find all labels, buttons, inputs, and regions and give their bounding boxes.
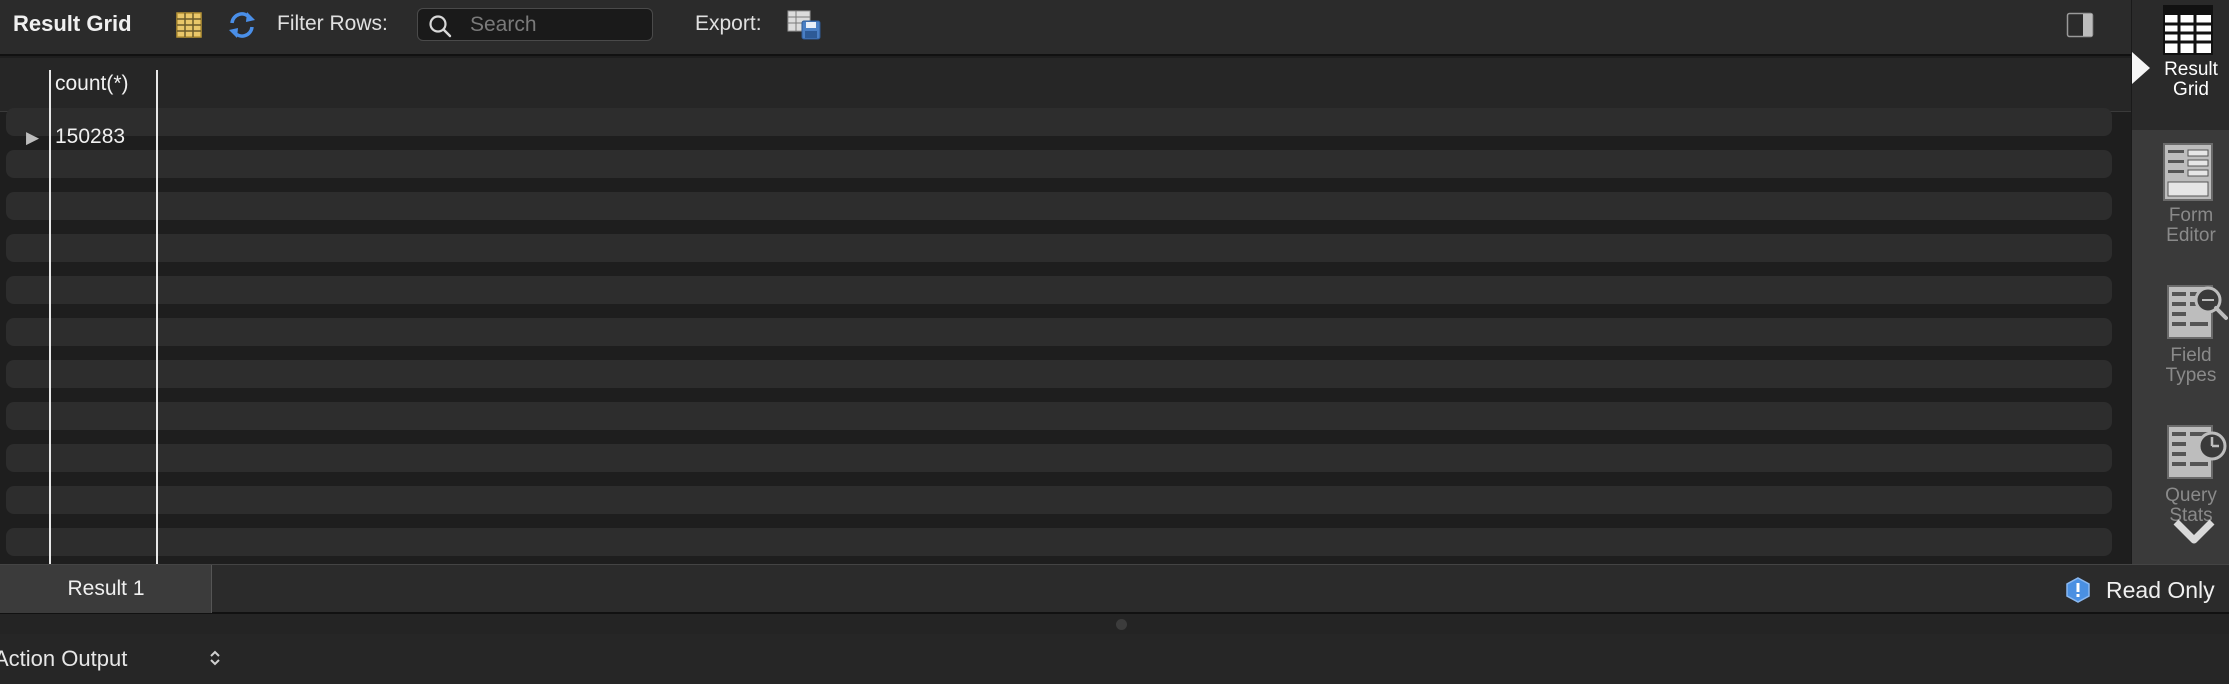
search-input[interactable] [468,12,643,38]
chevron-down-icon[interactable] [2172,510,2216,555]
view-result-grid[interactable]: Result Grid [2132,4,2229,100]
table-row-stripe [6,486,2112,514]
tab-label: Result 1 [67,577,145,600]
view-label: Result Grid [2164,59,2218,100]
column-header-count[interactable]: count(*) [55,72,129,96]
toolbar-title: Result Grid [13,11,132,36]
table-row-stripe [6,192,2112,220]
table-row-stripe [6,528,2112,556]
field-types-icon [2167,285,2228,339]
pane-splitter[interactable] [0,614,2229,634]
view-label: Form Editor [2166,205,2216,246]
table-row-stripe [6,108,2112,136]
output-type-select[interactable]: Action Output [0,646,127,672]
view-label: Field Types [2165,345,2217,386]
read-only-status: Read Only [2106,577,2215,603]
info-badge-icon[interactable] [2065,577,2091,608]
result-toolbar: Result Grid Filter Rows: Search Export: [0,0,2131,56]
table-row-stripe [6,360,2112,388]
table-row-stripe [6,402,2112,430]
export-icon[interactable] [786,8,824,42]
export-label: Export: [695,12,762,35]
current-row-indicator: ▶ [26,128,40,147]
table-row-stripe [6,234,2112,262]
result-grid-icon[interactable] [174,10,204,40]
query-stats-icon [2167,425,2227,479]
result-tab-bar: Result 1 Read Only [0,564,2229,614]
view-switcher-panel: Result Grid Form Editor Field Types Quer… [2131,0,2229,564]
grid-header: count(*) [0,58,2131,112]
tab-result-1[interactable]: Result 1 [0,565,212,613]
result-grid-icon [2163,5,2213,55]
up-down-stepper-icon[interactable] [208,648,222,673]
output-selector-bar: Action Output [0,634,2229,684]
sql-result-panel: Result Grid Filter Rows: Search Export: … [0,0,2229,684]
table-row-stripe [6,276,2112,304]
column-boundary-right [156,70,158,564]
search-field[interactable] [417,8,653,41]
search-icon [429,15,452,38]
refresh-icon[interactable] [225,8,259,42]
column-boundary-left [49,70,51,564]
table-row-stripe [6,444,2112,472]
table-cell-count[interactable]: 150283 [55,125,125,149]
table-row-stripe [6,150,2112,178]
form-editor-icon [2163,143,2213,201]
view-form-editor[interactable]: Form Editor [2132,142,2229,246]
filter-rows-label: Filter Rows: [277,12,388,35]
view-field-types[interactable]: Field Types [2132,282,2229,386]
result-grid: count(*) ▶ 150283 [0,58,2131,564]
panel-toggle-icon[interactable] [2066,12,2094,38]
table-row-stripe [6,318,2112,346]
splitter-handle[interactable] [1116,619,1127,630]
